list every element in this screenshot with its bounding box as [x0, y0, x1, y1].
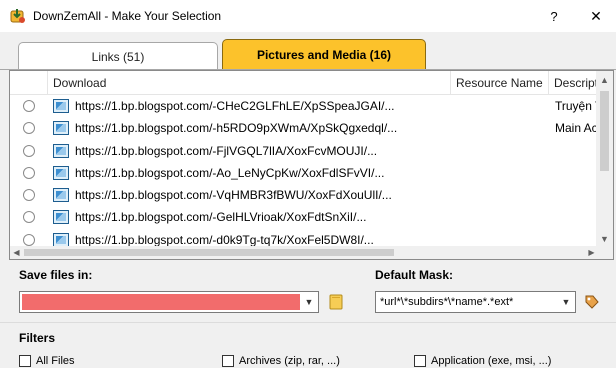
image-file-icon — [53, 232, 69, 247]
item-description — [555, 184, 598, 206]
filter-label: Archives (zip, rar, ...) — [239, 355, 340, 367]
default-mask-label: Default Mask: — [375, 268, 454, 282]
item-description: Main Ac — [555, 121, 598, 136]
item-url: https://1.bp.blogspot.com/-VqHMBR3fBWU/X… — [75, 188, 392, 203]
filter-label: All Files — [36, 355, 75, 367]
image-file-icon — [53, 121, 69, 136]
item-url: https://1.bp.blogspot.com/-Ao_LeNyCpKw/X… — [75, 165, 385, 180]
column-header-resource-name[interactable]: Resource Name — [451, 71, 549, 95]
image-file-icon — [53, 210, 69, 225]
list-rows: https://1.bp.blogspot.com/-CHeC2GLFhLE/X… — [10, 95, 598, 247]
list-item[interactable]: https://1.bp.blogspot.com/-Ao_LeNyCpKw/X… — [10, 162, 598, 184]
close-button[interactable]: ✕ — [576, 0, 616, 32]
item-description: Truyện T — [555, 99, 598, 113]
select-radio[interactable] — [23, 100, 35, 112]
item-url: https://1.bp.blogspot.com/-CHeC2GLFhLE/X… — [75, 99, 395, 113]
section-divider — [0, 322, 616, 323]
filter-checkbox[interactable] — [19, 355, 31, 367]
save-files-label: Save files in: — [19, 268, 93, 282]
window-title: DownZemAll - Make Your Selection — [33, 9, 222, 23]
mask-tags-button[interactable] — [582, 293, 602, 311]
tab-links[interactable]: Links (51) — [18, 42, 218, 70]
vertical-scrollbar[interactable]: ▲ ▼ — [596, 71, 613, 247]
item-description — [555, 140, 598, 162]
list-header: Download Resource Name Descript — [10, 71, 598, 95]
downthemall-app-icon — [10, 8, 26, 24]
filter-label: Application (exe, msi, ...) — [431, 355, 552, 367]
select-radio[interactable] — [23, 189, 35, 202]
image-file-icon — [53, 143, 69, 158]
list-item[interactable]: https://1.bp.blogspot.com/-VqHMBR3fBWU/X… — [10, 184, 598, 206]
default-mask-combobox[interactable]: *url*\*subdirs*\*name*.*ext* ▼ — [375, 291, 576, 313]
filters-label: Filters — [19, 331, 56, 345]
item-url: https://1.bp.blogspot.com/-h5RDO9pXWmA/X… — [75, 121, 398, 136]
scroll-left-icon[interactable]: ◀ — [10, 246, 23, 259]
filter-application[interactable]: Application (exe, msi, ...) — [414, 354, 551, 368]
item-description — [555, 229, 598, 247]
list-item[interactable]: https://1.bp.blogspot.com/-GelHLVrioak/X… — [10, 206, 598, 228]
save-location-combobox[interactable]: ▼ — [19, 291, 319, 313]
item-url: https://1.bp.blogspot.com/-d0k9Tg-tq7k/X… — [75, 232, 374, 247]
vertical-scroll-thumb[interactable] — [600, 91, 609, 171]
select-radio[interactable] — [23, 144, 35, 157]
image-file-icon — [53, 188, 69, 203]
select-radio[interactable] — [23, 166, 35, 179]
filter-checkbox[interactable] — [414, 355, 426, 367]
browse-folder-button[interactable] — [327, 293, 345, 311]
image-file-icon — [53, 165, 69, 180]
horizontal-scroll-thumb[interactable] — [24, 249, 394, 256]
item-description — [555, 162, 598, 184]
column-header-download[interactable]: Download — [48, 71, 451, 95]
help-button[interactable]: ? — [534, 0, 574, 32]
download-list: Download Resource Name Descript https://… — [9, 70, 614, 260]
filter-archives[interactable]: Archives (zip, rar, ...) — [222, 354, 340, 368]
column-header-select[interactable] — [10, 71, 48, 95]
list-item[interactable]: https://1.bp.blogspot.com/-h5RDO9pXWmA/X… — [10, 117, 598, 139]
horizontal-scrollbar[interactable]: ◀ ▶ — [10, 246, 598, 259]
scroll-up-icon[interactable]: ▲ — [596, 71, 613, 88]
tab-pictures-and-media[interactable]: Pictures and Media (16) — [222, 39, 426, 70]
list-item[interactable]: https://1.bp.blogspot.com/-CHeC2GLFhLE/X… — [10, 95, 598, 117]
chevron-down-icon[interactable]: ▼ — [300, 292, 318, 312]
filter-all-files[interactable]: All Files — [19, 354, 75, 368]
save-location-value — [22, 294, 300, 310]
list-item[interactable]: https://1.bp.blogspot.com/-d0k9Tg-tq7k/X… — [10, 229, 598, 247]
select-radio[interactable] — [23, 233, 35, 246]
item-url: https://1.bp.blogspot.com/-FjlVGQL7lIA/X… — [75, 143, 378, 158]
default-mask-value: *url*\*subdirs*\*name*.*ext* — [380, 296, 514, 308]
list-item[interactable]: https://1.bp.blogspot.com/-FjlVGQL7lIA/X… — [10, 140, 598, 162]
image-file-icon — [53, 99, 69, 113]
chevron-down-icon[interactable]: ▼ — [557, 292, 575, 312]
scrollbar-corner — [596, 246, 613, 259]
item-description — [555, 206, 598, 228]
select-radio[interactable] — [23, 211, 35, 224]
select-radio[interactable] — [23, 122, 35, 135]
tab-bar: Links (51) Pictures and Media (16) — [0, 32, 616, 70]
item-url: https://1.bp.blogspot.com/-GelHLVrioak/X… — [75, 210, 367, 225]
tag-icon — [585, 295, 599, 309]
filter-checkbox[interactable] — [222, 355, 234, 367]
folder-icon — [329, 294, 343, 310]
scroll-down-icon[interactable]: ▼ — [596, 230, 613, 247]
title-bar: DownZemAll - Make Your Selection ? ✕ — [0, 0, 616, 32]
